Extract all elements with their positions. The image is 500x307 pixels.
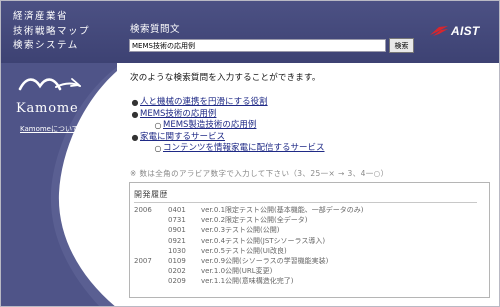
example-item: ● 家電に関するサービス <box>130 132 490 144</box>
org-line: 検索システム <box>13 40 79 51</box>
history-date: 0202 <box>168 267 186 276</box>
query-label: 検索質問文 <box>130 24 181 35</box>
header-bar: 経済産業省 技術戦略マップ 検索システム 検索質問文 検索 AIST <box>1 1 499 63</box>
history-year <box>134 266 168 276</box>
app-frame: 経済産業省 技術戦略マップ 検索システム 検索質問文 検索 AIST K <box>0 0 500 307</box>
history-text: ver.0.4テスト公開(JSTシソーラス導入) <box>201 236 326 245</box>
history-date: 1030 <box>168 246 186 255</box>
bullet-icon: ● <box>131 98 139 107</box>
bullet-icon: ● <box>131 109 139 119</box>
history-text: ver.0.9公開(シソーラスの学習機能実装) <box>201 257 329 266</box>
aist-swoosh-icon <box>430 26 448 36</box>
example-item: ● MEMS技術の応用例 <box>130 109 490 121</box>
example-link[interactable]: 人と機械の連携を円滑にする役割 <box>140 97 268 109</box>
kamome-wordmark: Kamome <box>16 101 79 116</box>
dev-history-box: 開発履歴 2006 0401 ver.0.1限定テスト公開(基本機能、一部データ… <box>129 182 490 298</box>
example-queries: ● 人と機械の連携を円滑にする役割 ● MEMS技術の応用例 ○ MEMS製造技… <box>130 97 490 155</box>
example-link[interactable]: コンテンツを情報家電に配信するサービス <box>163 143 325 155</box>
kamome-logo: Kamome Kamomeについて <box>8 71 108 134</box>
input-note: ※ 数は全角のアラビア数字で入力して下さい（3、25一× → 3、4一○） <box>130 168 389 178</box>
history-date: 0109 <box>168 257 186 266</box>
example-subitem: ○ コンテンツを情報家電に配信するサービス <box>130 143 490 155</box>
history-year: 2007 <box>134 257 152 266</box>
system-title: 経済産業省 技術戦略マップ 検索システム <box>13 10 90 54</box>
history-year <box>134 246 168 256</box>
example-link[interactable]: MEMS技術の応用例 <box>140 109 216 121</box>
history-date: 0401 <box>168 206 186 214</box>
bullet-icon: ○ <box>154 144 162 153</box>
about-kamome-link[interactable]: Kamomeについて <box>20 124 79 134</box>
main-content: 次のような検索質問を入力することができます。 ● 人と機械の連携を円滑にする役割… <box>130 71 490 179</box>
example-subitem: ○ MEMS製造技術の応用例 <box>130 120 490 132</box>
aist-brand-text: AIST <box>451 24 480 38</box>
history-date: 0731 <box>168 216 186 225</box>
history-year <box>134 236 168 246</box>
history-row: 0209 ver.1.1公開(意味構造化完了) <box>134 276 471 286</box>
history-row: 0901 ver.0.3テスト公開(公開) <box>134 225 471 235</box>
history-year <box>134 215 168 225</box>
history-date: 0921 <box>168 236 186 245</box>
example-link[interactable]: MEMS製造技術の応用例 <box>163 120 256 132</box>
history-text: ver.0.5テスト公開(UI改良) <box>201 246 287 255</box>
history-row: 0731 ver.0.2限定テスト公開(全データ) <box>134 215 471 225</box>
history-year <box>134 225 168 235</box>
sidebar: Kamome Kamomeについて <box>1 63 117 306</box>
history-table: 2006 0401 ver.0.1限定テスト公開(基本機能、一部データのみ) 0… <box>134 205 471 287</box>
history-text: ver.0.3テスト公開(公開) <box>201 226 280 235</box>
history-row: 2007 0109 ver.0.9公開(シソーラスの学習機能実装) <box>134 256 471 266</box>
history-date: 0209 <box>168 277 186 286</box>
history-text: ver.1.0公開(URL変更) <box>201 267 273 276</box>
history-year: 2006 <box>134 206 152 214</box>
gull-icon <box>18 78 81 91</box>
example-item: ● 人と機械の連携を円滑にする役割 <box>130 97 490 109</box>
history-text: ver.1.1公開(意味構造化完了) <box>201 277 294 286</box>
history-year <box>134 276 168 286</box>
history-row: 1030 ver.0.5テスト公開(UI改良) <box>134 246 471 256</box>
history-text: ver.0.1限定テスト公開(基本機能、一部データのみ) <box>201 206 364 214</box>
history-row: 0921 ver.0.4テスト公開(JSTシソーラス導入) <box>134 236 471 246</box>
org-line: 技術戦略マップ <box>13 25 91 37</box>
history-row: 0202 ver.1.0公開(URL変更) <box>134 266 471 276</box>
bullet-icon: ○ <box>154 121 162 130</box>
example-link[interactable]: 家電に関するサービス <box>140 132 225 144</box>
history-title: 開発履歴 <box>134 189 477 203</box>
history-row: 2006 0401 ver.0.1限定テスト公開(基本機能、一部データのみ) <box>134 205 471 215</box>
org-line: 経済産業省 <box>13 11 69 22</box>
history-date: 0901 <box>168 226 186 235</box>
history-text: ver.0.2限定テスト公開(全データ) <box>201 216 308 225</box>
aist-logo: AIST <box>429 23 480 39</box>
intro-text: 次のような検索質問を入力することができます。 <box>130 73 321 83</box>
search-input[interactable] <box>129 39 386 52</box>
search-button[interactable]: 検索 <box>389 38 414 53</box>
bullet-icon: ● <box>131 132 139 142</box>
